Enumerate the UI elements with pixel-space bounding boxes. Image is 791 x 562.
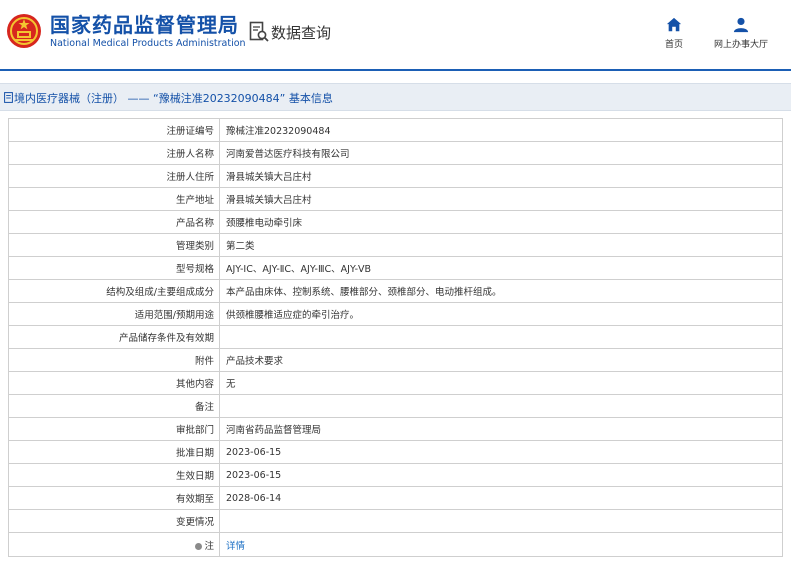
field-value: 供颈椎腰椎适应症的牵引治疗。 — [219, 302, 783, 326]
field-value: 滑县城关镇大吕庄村 — [219, 164, 783, 188]
field-label: 产品储存条件及有效期 — [8, 325, 220, 349]
table-row-note: 注 详情 — [8, 532, 783, 557]
field-value: 河南爱普达医疗科技有限公司 — [219, 141, 783, 165]
field-value: 2023-06-15 — [219, 463, 783, 487]
person-icon — [733, 17, 749, 33]
field-value: 2023-06-15 — [219, 440, 783, 464]
field-value: AJY-ⅠC、AJY-ⅡC、AJY-ⅢC、AJY-ⅤB — [219, 256, 783, 280]
note-label-cell: 注 — [8, 532, 220, 557]
field-label: 适用范围/预期用途 — [8, 302, 220, 326]
table-row: 管理类别 第二类 — [8, 233, 783, 257]
nav-home-label: 首页 — [664, 40, 683, 50]
table-row: 备注 — [8, 394, 783, 418]
table-row: 生产地址 滑县城关镇大吕庄村 — [8, 187, 783, 211]
field-label: 注册人名称 — [8, 141, 220, 165]
record-title-bar: 境内医疗器械（注册） —— “豫械注准20232090484” 基本信息 — [0, 83, 791, 111]
table-row: 产品名称 颈腰椎电动牵引床 — [8, 210, 783, 234]
table-row: 结构及组成/主要组成成分 本产品由床体、控制系统、腰椎部分、颈椎部分、电动推杆组成… — [8, 279, 783, 303]
field-label: 批准日期 — [8, 440, 220, 464]
field-label: 注册人住所 — [8, 164, 220, 188]
document-icon — [4, 92, 13, 103]
table-row: 产品储存条件及有效期 — [8, 325, 783, 349]
field-label: 注册证编号 — [8, 118, 220, 142]
table-row: 生效日期 2023-06-15 — [8, 463, 783, 487]
field-label: 管理类别 — [8, 233, 220, 257]
field-value: 本产品由床体、控制系统、腰椎部分、颈椎部分、电动推杆组成。 — [219, 279, 783, 303]
field-value — [219, 509, 783, 533]
field-value: 颈腰椎电动牵引床 — [219, 210, 783, 234]
table-row: 注册证编号 豫械注准20232090484 — [8, 118, 783, 142]
field-label: 有效期至 — [8, 486, 220, 510]
field-label: 备注 — [8, 394, 220, 418]
table-row: 批准日期 2023-06-15 — [8, 440, 783, 464]
field-value — [219, 325, 783, 349]
registration-info-table: 注册证编号 豫械注准20232090484 注册人名称 河南爱普达医疗科技有限公司 注册… — [8, 118, 783, 557]
nav-home[interactable]: 首页 — [658, 16, 690, 50]
field-label: 其他内容 — [8, 371, 220, 395]
site-header: 国家药品监督管理局 National Medical Products Admi… — [0, 0, 791, 66]
field-label: 结构及组成/主要组成成分 — [8, 279, 220, 303]
field-label: 审批部门 — [8, 417, 220, 441]
table-row: 审批部门 河南省药品监督管理局 — [8, 417, 783, 441]
table-row: 变更情况 — [8, 509, 783, 533]
record-title: 境内医疗器械（注册） —— “豫械注准20232090484” 基本信息 — [14, 92, 333, 105]
field-value: 2028-06-14 — [219, 486, 783, 510]
field-label: 附件 — [8, 348, 220, 372]
note-value-cell: 详情 — [219, 532, 783, 557]
detail-link[interactable]: 详情 — [226, 541, 245, 552]
field-label: 生效日期 — [8, 463, 220, 487]
table-row: 适用范围/预期用途 供颈椎腰椎适应症的牵引治疗。 — [8, 302, 783, 326]
header-divider — [0, 69, 791, 71]
field-label: 产品名称 — [8, 210, 220, 234]
nav-online-hall[interactable]: 网上办事大厅 — [707, 16, 775, 50]
field-value: 河南省药品监督管理局 — [219, 417, 783, 441]
field-value: 豫械注准20232090484 — [219, 118, 783, 142]
table-row: 有效期至 2028-06-14 — [8, 486, 783, 510]
logo-title[interactable]: 国家药品监督管理局 — [50, 13, 239, 37]
field-value: 第二类 — [219, 233, 783, 257]
nav-online-hall-label: 网上办事大厅 — [713, 40, 768, 50]
table-row: 其他内容无 — [8, 371, 783, 395]
home-icon — [666, 17, 682, 32]
field-label: 型号规格 — [8, 256, 220, 280]
field-label: 变更情况 — [8, 509, 220, 533]
field-value: 滑县城关镇大吕庄村 — [219, 187, 783, 211]
field-value: 无 — [219, 371, 783, 395]
note-label: 注 — [204, 540, 214, 552]
national-emblem-icon[interactable] — [6, 13, 42, 49]
note-dot-icon — [195, 542, 203, 550]
field-value: 产品技术要求 — [219, 348, 783, 372]
field-label: 生产地址 — [8, 187, 220, 211]
logo-subtitle[interactable]: National Medical Products Administration — [50, 38, 246, 49]
document-search-icon[interactable] — [249, 21, 269, 43]
table-row: 注册人住所 滑县城关镇大吕庄村 — [8, 164, 783, 188]
table-row: 附件 产品技术要求 — [8, 348, 783, 372]
field-value — [219, 394, 783, 418]
table-row: 注册人名称 河南爱普达医疗科技有限公司 — [8, 141, 783, 165]
table-row: 型号规格 AJY-ⅠC、AJY-ⅡC、AJY-ⅢC、AJY-ⅤB — [8, 256, 783, 280]
data-query-label[interactable]: 数据查询 — [271, 22, 331, 43]
